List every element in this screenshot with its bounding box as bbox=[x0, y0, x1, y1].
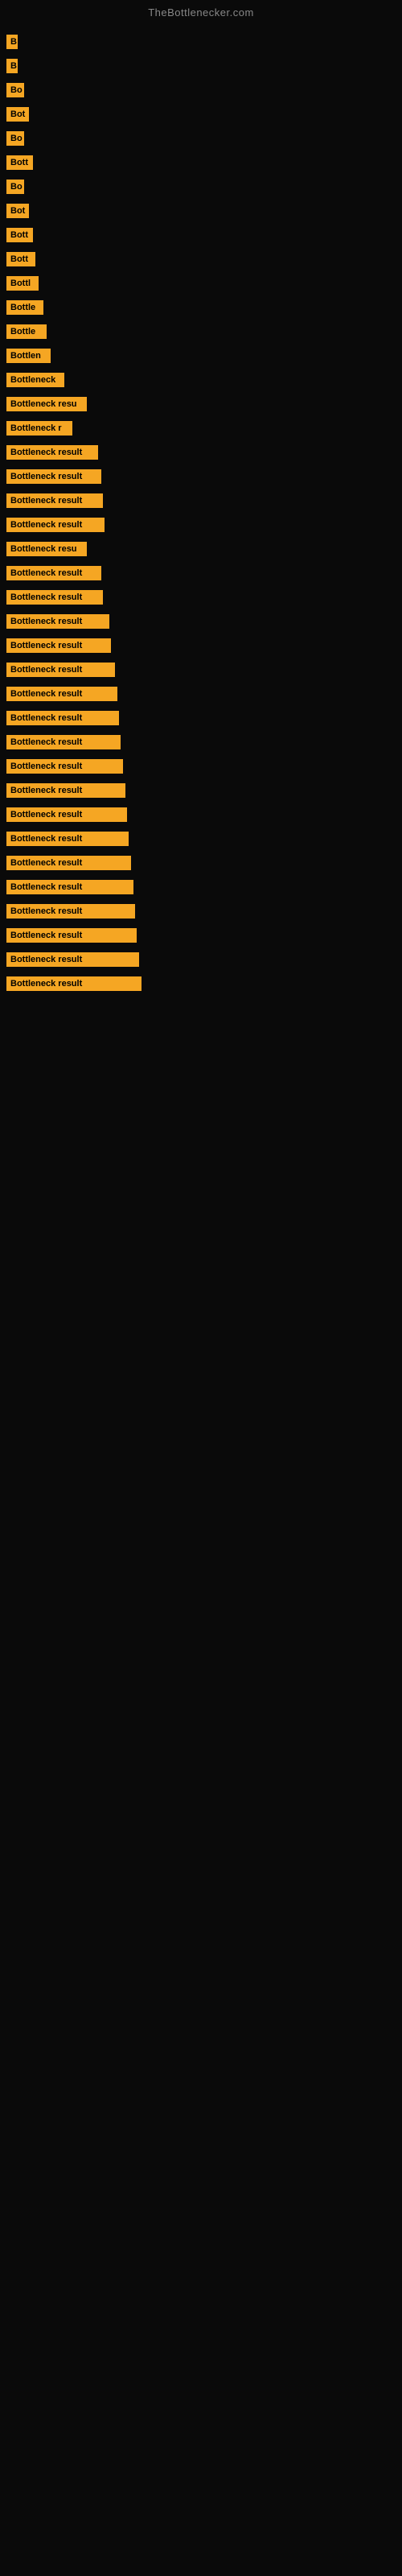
label-badge: Bott bbox=[6, 252, 35, 266]
list-item: Bottleneck result bbox=[6, 682, 402, 706]
label-badge: Bottleneck result bbox=[6, 687, 117, 701]
label-badge: Bott bbox=[6, 228, 33, 242]
label-badge: Bo bbox=[6, 131, 24, 146]
label-badge: B bbox=[6, 35, 18, 49]
list-item: Bottleneck result bbox=[6, 778, 402, 803]
list-item: B bbox=[6, 30, 402, 54]
label-badge: Bottleneck result bbox=[6, 638, 111, 653]
label-badge: Bottleneck result bbox=[6, 856, 131, 870]
list-item: Bottleneck result bbox=[6, 803, 402, 827]
label-badge: Bottleneck r bbox=[6, 421, 72, 436]
label-badge: Bottleneck bbox=[6, 373, 64, 387]
list-item: Bottleneck resu bbox=[6, 537, 402, 561]
list-item: Bottleneck result bbox=[6, 754, 402, 778]
label-badge: Bottleneck result bbox=[6, 783, 125, 798]
label-badge: Bottleneck result bbox=[6, 518, 105, 532]
list-item: Bottleneck result bbox=[6, 947, 402, 972]
label-badge: Bottleneck result bbox=[6, 590, 103, 605]
list-item: Bottleneck result bbox=[6, 851, 402, 875]
list-item: Bottleneck result bbox=[6, 634, 402, 658]
list-item: Bottleneck result bbox=[6, 658, 402, 682]
list-item: Bottleneck result bbox=[6, 489, 402, 513]
list-item: Bottleneck resu bbox=[6, 392, 402, 416]
list-item: Bottle bbox=[6, 320, 402, 344]
list-item: Bot bbox=[6, 199, 402, 223]
list-item: Bottleneck bbox=[6, 368, 402, 392]
label-badge: B bbox=[6, 59, 18, 73]
label-badge: Bottleneck result bbox=[6, 976, 142, 991]
list-item: Bottleneck result bbox=[6, 609, 402, 634]
list-item: Bottleneck r bbox=[6, 416, 402, 440]
label-badge: Bottleneck result bbox=[6, 566, 101, 580]
label-badge: Bottleneck resu bbox=[6, 542, 87, 556]
list-item: Bott bbox=[6, 223, 402, 247]
label-badge: Bottleneck result bbox=[6, 711, 119, 725]
label-badge: Bottleneck result bbox=[6, 469, 101, 484]
label-badge: Bott bbox=[6, 155, 33, 170]
list-item: Bott bbox=[6, 151, 402, 175]
list-item: Bottleneck result bbox=[6, 561, 402, 585]
list-item: Bottleneck result bbox=[6, 827, 402, 851]
list-item: Bottleneck result bbox=[6, 585, 402, 609]
label-badge: Bottleneck result bbox=[6, 807, 127, 822]
list-item: Bottleneck result bbox=[6, 706, 402, 730]
label-badge: Bot bbox=[6, 107, 29, 122]
list-item: Bottleneck result bbox=[6, 440, 402, 464]
label-badge: Bottlen bbox=[6, 349, 51, 363]
label-badge: Bottleneck result bbox=[6, 614, 109, 629]
list-item: Bottleneck result bbox=[6, 875, 402, 899]
list-item: Bottleneck result bbox=[6, 464, 402, 489]
label-badge: Bottleneck result bbox=[6, 735, 121, 749]
list-item: Bottleneck result bbox=[6, 513, 402, 537]
list-item: Bottle bbox=[6, 295, 402, 320]
label-badge: Bottleneck resu bbox=[6, 397, 87, 411]
label-badge: Bottleneck result bbox=[6, 904, 135, 919]
list-item: Bottleneck result bbox=[6, 899, 402, 923]
label-badge: Bottle bbox=[6, 324, 47, 339]
label-badge: Bottleneck result bbox=[6, 445, 98, 460]
list-item: Bottlen bbox=[6, 344, 402, 368]
list-item: Bo bbox=[6, 78, 402, 102]
label-badge: Bottleneck result bbox=[6, 663, 115, 677]
label-badge: Bottleneck result bbox=[6, 952, 139, 967]
list-item: Bott bbox=[6, 247, 402, 271]
label-badge: Bottleneck result bbox=[6, 880, 133, 894]
list-item: Bottleneck result bbox=[6, 972, 402, 996]
items-container: BB Bo Bot Bo Bott Bo Bot Bott Bott Bottl Bottle Bot… bbox=[0, 22, 402, 1004]
label-badge: Bottle bbox=[6, 300, 43, 315]
label-badge: Bottleneck result bbox=[6, 928, 137, 943]
list-item: Bottleneck result bbox=[6, 923, 402, 947]
list-item: Bo bbox=[6, 175, 402, 199]
label-badge: Bottleneck result bbox=[6, 832, 129, 846]
list-item: B bbox=[6, 54, 402, 78]
label-badge: Bo bbox=[6, 180, 24, 194]
list-item: Bottl bbox=[6, 271, 402, 295]
list-item: Bottleneck result bbox=[6, 730, 402, 754]
label-badge: Bot bbox=[6, 204, 29, 218]
label-badge: Bottleneck result bbox=[6, 493, 103, 508]
label-badge: Bo bbox=[6, 83, 24, 97]
label-badge: Bottl bbox=[6, 276, 39, 291]
list-item: Bot bbox=[6, 102, 402, 126]
list-item: Bo bbox=[6, 126, 402, 151]
label-badge: Bottleneck result bbox=[6, 759, 123, 774]
site-title: TheBottlenecker.com bbox=[0, 0, 402, 22]
